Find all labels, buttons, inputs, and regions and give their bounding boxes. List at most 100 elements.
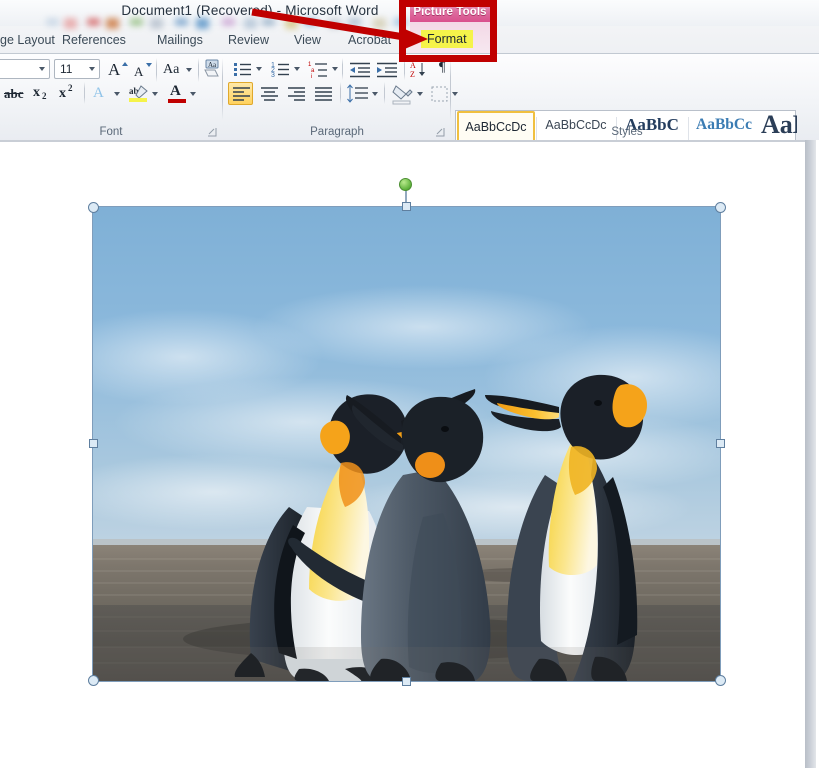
align-right-button[interactable] — [283, 82, 308, 105]
ribbon-tab-view[interactable]: View — [294, 30, 321, 51]
show-formatting-marks-icon: ¶ — [439, 60, 446, 75]
chevron-down-icon[interactable] — [332, 67, 338, 71]
align-left-button[interactable] — [228, 82, 253, 105]
clear-formatting-button[interactable]: Aa — [200, 57, 224, 80]
shrink-font-button[interactable]: A — [129, 58, 152, 80]
chevron-down-icon[interactable] — [152, 92, 158, 96]
increase-indent-icon — [377, 62, 397, 78]
numbering-icon: 123 — [271, 62, 289, 79]
align-left-icon — [233, 87, 250, 101]
chevron-down-icon[interactable] — [372, 92, 378, 96]
svg-text:A: A — [410, 61, 416, 70]
strikethrough-icon: abc — [4, 86, 24, 101]
chevron-down-icon[interactable] — [452, 92, 458, 96]
shading-icon — [392, 85, 413, 105]
chevron-down-icon[interactable] — [39, 67, 45, 71]
handle-bottom-center[interactable] — [402, 677, 411, 686]
svg-text:Z: Z — [410, 70, 415, 79]
ribbon-tab-mailings[interactable]: Mailings — [157, 30, 203, 51]
handle-mid-right[interactable] — [716, 439, 725, 448]
down-arrow-icon — [146, 63, 152, 67]
rotate-handle[interactable] — [399, 178, 412, 191]
ribbon-body: Body) 11 A A Aa — [0, 53, 819, 140]
chevron-down-icon[interactable] — [186, 68, 192, 72]
text-highlight-button[interactable]: ab — [126, 82, 150, 104]
bullets-button[interactable] — [230, 58, 254, 80]
font-color-swatch — [168, 99, 186, 103]
justify-icon — [315, 87, 332, 101]
chevron-down-icon[interactable] — [89, 67, 95, 71]
up-arrow-icon — [122, 62, 128, 66]
page-right-edge — [805, 140, 816, 768]
handle-top-center[interactable] — [402, 202, 411, 211]
numbering-button[interactable]: 123 — [268, 58, 292, 80]
subscript-button[interactable]: x 2 — [28, 82, 52, 104]
change-case-icon: Aa — [163, 62, 180, 77]
bullets-icon — [234, 63, 251, 76]
handle-top-right[interactable] — [715, 202, 726, 213]
decrease-indent-icon — [350, 62, 370, 78]
strikethrough-button[interactable]: abc — [0, 82, 26, 104]
multilevel-list-button[interactable]: 1ai — [306, 58, 330, 80]
handle-mid-left[interactable] — [89, 439, 98, 448]
borders-button[interactable] — [427, 82, 451, 105]
group-label-font: Font — [99, 126, 123, 138]
highlight-icon: ab — [129, 85, 148, 102]
penguins-illustration — [93, 207, 720, 681]
justify-button[interactable] — [310, 82, 335, 105]
handle-bottom-left[interactable] — [88, 675, 99, 686]
paragraph-dialog-launcher[interactable] — [435, 127, 446, 138]
chevron-down-icon[interactable] — [114, 92, 120, 96]
ribbon-tab-ge-layout[interactable]: ge Layout — [0, 30, 55, 51]
font-size-value: 11 — [60, 62, 73, 76]
superscript-icon: x — [59, 86, 66, 101]
font-color-button[interactable]: A — [164, 82, 188, 104]
borders-icon — [431, 86, 448, 102]
svg-text:Aa: Aa — [208, 61, 217, 69]
grow-font-icon: A — [108, 60, 121, 79]
ribbon-tab-review[interactable]: Review — [228, 30, 269, 51]
word-window: Document1 (Recovered) - Microsoft Word g… — [0, 0, 819, 768]
line-spacing-button[interactable] — [345, 82, 371, 105]
font-name-combo[interactable]: Body) — [0, 59, 50, 79]
handle-bottom-right[interactable] — [715, 675, 726, 686]
font-color-icon: A — [170, 83, 181, 99]
text-effects-button[interactable]: A — [88, 82, 112, 104]
sort-button[interactable]: A Z — [408, 58, 430, 80]
font-size-combo[interactable]: 11 — [54, 59, 100, 79]
svg-text:3: 3 — [271, 72, 275, 79]
decrease-indent-button[interactable] — [347, 58, 371, 80]
shading-button[interactable] — [389, 82, 415, 105]
sort-icon: A Z — [410, 61, 425, 79]
subscript-icon: x — [33, 85, 40, 100]
shrink-font-icon: A — [134, 64, 144, 79]
ribbon-tab-acrobat[interactable]: Acrobat — [348, 30, 391, 51]
chevron-down-icon[interactable] — [256, 67, 262, 71]
picture-tools-label: Picture Tools — [413, 6, 487, 18]
increase-indent-button[interactable] — [374, 58, 398, 80]
handle-top-left[interactable] — [88, 202, 99, 213]
document-top-edge — [0, 140, 806, 142]
penguins-photo[interactable] — [93, 207, 720, 681]
chevron-down-icon[interactable] — [417, 92, 423, 96]
text-effects-icon: A — [93, 85, 104, 101]
font-dialog-launcher[interactable] — [207, 127, 218, 138]
chevron-down-icon[interactable] — [190, 92, 196, 96]
ribbon: Document1 (Recovered) - Microsoft Word g… — [0, 0, 819, 140]
svg-text:i: i — [311, 74, 312, 80]
align-center-icon — [261, 87, 278, 101]
multilevel-list-icon: 1ai — [308, 62, 327, 80]
align-center-button[interactable] — [256, 82, 281, 105]
picture-tools-header: Picture Tools — [410, 2, 490, 22]
chevron-down-icon[interactable] — [294, 67, 300, 71]
subscript-index: 2 — [42, 91, 47, 101]
superscript-button[interactable]: x 2 — [54, 82, 78, 104]
change-case-button[interactable]: Aa — [160, 58, 194, 80]
grow-font-button[interactable]: A — [104, 58, 128, 80]
ribbon-tab-references[interactable]: References — [62, 30, 126, 51]
tab-format[interactable]: Format — [421, 30, 473, 48]
align-right-icon — [288, 87, 305, 101]
line-spacing-icon — [347, 84, 368, 103]
group-label-paragraph: Paragraph — [310, 126, 364, 138]
superscript-index: 2 — [68, 83, 73, 93]
